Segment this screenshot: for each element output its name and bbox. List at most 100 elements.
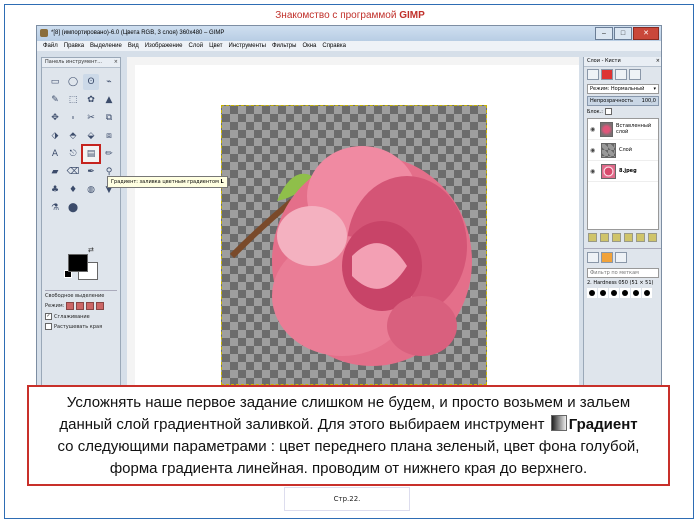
eye-icon[interactable]: ◉	[590, 147, 598, 154]
eye-icon[interactable]: ◉	[590, 168, 598, 175]
layer-row[interactable]: ◉ 8.jpeg	[588, 161, 658, 182]
foreground-select-tool[interactable]: ▲	[101, 92, 117, 108]
text-tool[interactable]: A	[47, 146, 63, 162]
opacity-slider[interactable]: Непрозрачность 100,0	[587, 96, 659, 106]
foreground-color-swatch[interactable]	[68, 254, 88, 272]
close-button[interactable]: ✕	[633, 27, 659, 40]
tool-options-title: Свободное выделение	[45, 290, 117, 299]
clone-tool[interactable]: ♣	[47, 182, 63, 198]
heal-tool[interactable]: ♦	[65, 182, 81, 198]
tab-undo[interactable]	[629, 69, 641, 80]
menu-image[interactable]: Изображение	[145, 41, 183, 51]
chevron-down-icon: ▾	[653, 86, 656, 92]
tab-layers[interactable]	[587, 69, 599, 80]
note-line: Усложнять наше первое задание слишком не…	[66, 394, 631, 411]
minimize-button[interactable]: –	[595, 27, 613, 40]
rect-select-tool[interactable]: ▭	[47, 74, 63, 90]
layer-name: 8.jpeg	[619, 168, 637, 174]
paintbrush-tool[interactable]: ▰	[47, 164, 63, 180]
layer-row[interactable]: ◉ Вставленный слой	[588, 119, 658, 140]
tab-patterns-icon[interactable]	[601, 252, 613, 263]
align-tool[interactable]: ⬞	[65, 110, 81, 126]
free-select-tool[interactable]: ʘ	[83, 74, 99, 90]
menu-windows[interactable]: Окна	[302, 41, 316, 51]
mode-subtract-button[interactable]	[86, 302, 95, 310]
menu-bar: Файл Правка Выделение Вид Изображение Сл…	[37, 41, 661, 51]
layer-name: Слой	[619, 147, 632, 153]
eye-icon[interactable]: ◉	[590, 126, 597, 133]
toolbox-close-icon[interactable]: ×	[114, 58, 118, 67]
tool-options: Свободное выделение Режим: ✓ Сглаживание …	[45, 290, 117, 333]
menu-edit[interactable]: Правка	[64, 41, 84, 51]
dock-close-icon[interactable]: ×	[656, 57, 660, 66]
menu-help[interactable]: Справка	[322, 41, 346, 51]
color-swatches: ⇄	[62, 246, 102, 282]
lower-layer-button[interactable]	[612, 233, 621, 242]
feather-checkbox[interactable]	[45, 323, 52, 330]
new-layer-button[interactable]	[588, 233, 597, 242]
bucket-fill-tool[interactable]: ⎋	[65, 146, 81, 162]
tab-channels[interactable]	[601, 69, 613, 80]
paths-tool[interactable]: ✎	[47, 92, 63, 108]
perspective-tool[interactable]: ⬙	[83, 128, 99, 144]
note-line: данный слой градиентной заливкой. Для эт…	[59, 415, 638, 433]
mode-replace-button[interactable]	[66, 302, 75, 310]
rotate-tool[interactable]: ⧉	[101, 110, 117, 126]
brush-grid	[587, 288, 659, 298]
antialias-checkbox[interactable]: ✓	[45, 313, 52, 320]
duplicate-layer-button[interactable]	[624, 233, 633, 242]
brush-item[interactable]	[587, 288, 597, 298]
brush-item[interactable]	[609, 288, 619, 298]
menu-view[interactable]: Вид	[128, 41, 139, 51]
flip-tool[interactable]: ⧈	[101, 128, 117, 144]
delete-layer-button[interactable]	[648, 233, 657, 242]
crop-tool[interactable]: ✂	[83, 110, 99, 126]
blur-tool[interactable]: ◍	[83, 182, 99, 198]
maximize-button[interactable]: □	[614, 27, 632, 40]
layer-row[interactable]: ◉ Слой	[588, 140, 658, 161]
layer-mode-select[interactable]: Режим: Нормальный ▾	[587, 84, 659, 94]
brush-item[interactable]	[631, 288, 641, 298]
rose-image-layer[interactable]	[221, 105, 487, 385]
anchor-layer-button[interactable]	[636, 233, 645, 242]
ink-tool[interactable]: ✒	[83, 164, 99, 180]
by-color-select-tool[interactable]: ⬚	[65, 92, 81, 108]
tab-gradients-icon[interactable]	[615, 252, 627, 263]
instruction-textbox: Усложнять наше первое задание слишком не…	[27, 385, 670, 486]
brush-item[interactable]	[642, 288, 652, 298]
brush-name: 2. Hardness 050 (51 × 51)	[587, 280, 654, 286]
scale-tool[interactable]: ⬗	[47, 128, 63, 144]
layers-list: ◉ Вставленный слой ◉ Слой ◉ 8.jpeg	[587, 118, 659, 230]
scissors-tool[interactable]: ✿	[83, 92, 99, 108]
menu-color[interactable]: Цвет	[209, 41, 222, 51]
brush-item[interactable]	[598, 288, 608, 298]
shear-tool[interactable]: ⬘	[65, 128, 81, 144]
layer-thumbnail	[601, 163, 616, 179]
tab-brushes-icon[interactable]	[587, 252, 599, 263]
menu-file[interactable]: Файл	[43, 41, 58, 51]
measure-tool[interactable]: ⬤	[65, 200, 81, 216]
opacity-value: 100,0	[641, 98, 656, 104]
move-tool[interactable]: ✥	[47, 110, 63, 126]
lock-pixels-checkbox[interactable]	[604, 108, 612, 115]
mode-intersect-button[interactable]	[96, 302, 105, 310]
swap-colors-icon[interactable]: ⇄	[88, 246, 94, 254]
menu-tools[interactable]: Инструменты	[229, 41, 266, 51]
fuzzy-select-tool[interactable]: ⌁	[101, 74, 117, 90]
menu-filters[interactable]: Фильтры	[272, 41, 296, 51]
gradient-tool[interactable]: ▤	[81, 144, 101, 164]
window-titlebar[interactable]: *[8] (импортировано)-6.0 (Цвета RGB, 3 с…	[37, 26, 661, 41]
mode-add-button[interactable]	[76, 302, 85, 310]
raise-layer-button[interactable]	[600, 233, 609, 242]
eraser-tool[interactable]: ⌫	[65, 164, 81, 180]
note-line: со следующими параметрами : цвет передне…	[57, 438, 640, 455]
pencil-tool[interactable]: ✏	[101, 146, 117, 162]
menu-layer[interactable]: Слой	[189, 41, 204, 51]
menu-select[interactable]: Выделение	[90, 41, 122, 51]
tab-paths[interactable]	[615, 69, 627, 80]
brush-item[interactable]	[620, 288, 630, 298]
ellipse-select-tool[interactable]: ◯	[65, 74, 81, 90]
lock-row: Блок.:	[587, 108, 659, 115]
tag-filter-input[interactable]: Фильтр по меткам	[587, 268, 659, 278]
dodge-burn-tool[interactable]: ⚗	[47, 200, 63, 216]
